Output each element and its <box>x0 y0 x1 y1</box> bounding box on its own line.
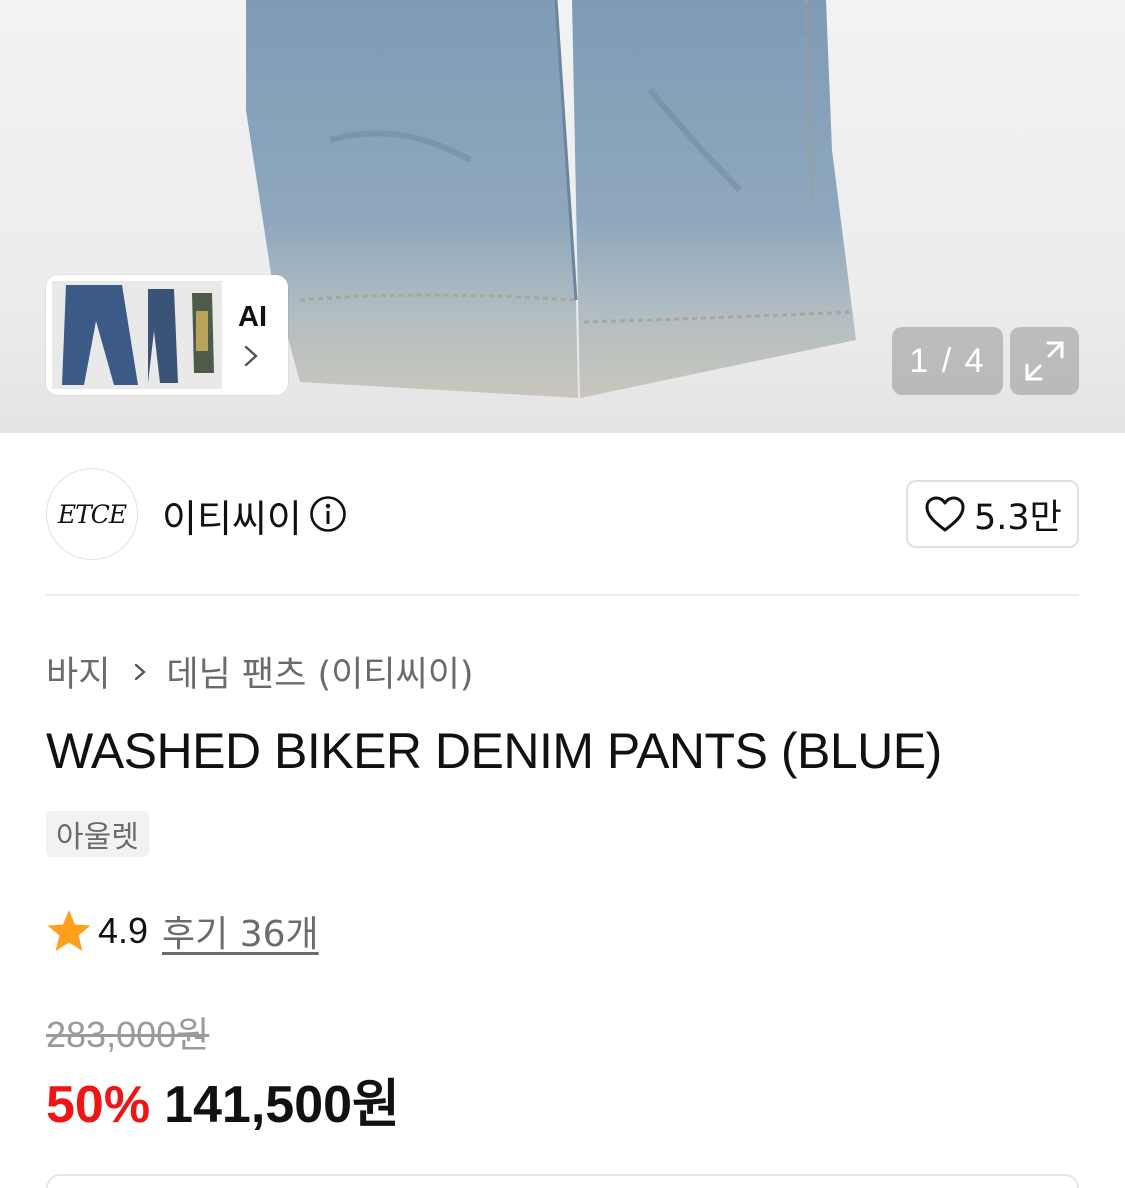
product-image-gallery[interactable]: AI 1 / 4 <box>0 0 1125 433</box>
ai-recommendation-card[interactable]: AI <box>46 275 288 395</box>
final-price: 141,500원 <box>164 1076 400 1134</box>
chevron-right-icon <box>135 663 147 680</box>
reviews-link[interactable]: 후기 36개 <box>162 905 319 957</box>
breadcrumb-category[interactable]: 바지 <box>46 646 110 697</box>
info-icon[interactable] <box>309 495 347 533</box>
discount-rate: 50% <box>46 1076 151 1134</box>
product-title: WASHED BIKER DENIM PANTS (BLUE) <box>46 723 942 779</box>
star-icon <box>47 910 91 951</box>
original-price: 283,000원 <box>46 1014 210 1055</box>
chevron-right-icon <box>244 345 258 367</box>
like-count: 5.3만 <box>974 497 1062 538</box>
brand-logo[interactable]: ETCE <box>46 468 138 560</box>
expand-button[interactable] <box>1010 327 1079 395</box>
heart-icon <box>925 496 965 532</box>
rating-value: 4.9 <box>98 910 149 951</box>
divider <box>46 594 1079 596</box>
coupon-card[interactable] <box>46 1174 1079 1188</box>
breadcrumb-subcategory[interactable]: 데님 팬츠 (이티씨이) <box>166 646 473 697</box>
breadcrumb: 바지 데님 팬츠 (이티씨이) <box>46 646 474 697</box>
ai-label: AI <box>238 301 267 333</box>
expand-icon <box>1025 341 1064 381</box>
ai-thumbnail-image <box>52 281 222 389</box>
rating-row: 4.9 후기 36개 <box>46 905 319 957</box>
like-button[interactable]: 5.3만 <box>906 480 1079 548</box>
image-pager: 1 / 4 <box>892 327 1003 395</box>
brand-name[interactable]: 이티씨이 <box>162 488 302 543</box>
outlet-tag: 아울렛 <box>46 811 149 857</box>
price-row: 50% 141,500원 <box>46 1062 400 1137</box>
